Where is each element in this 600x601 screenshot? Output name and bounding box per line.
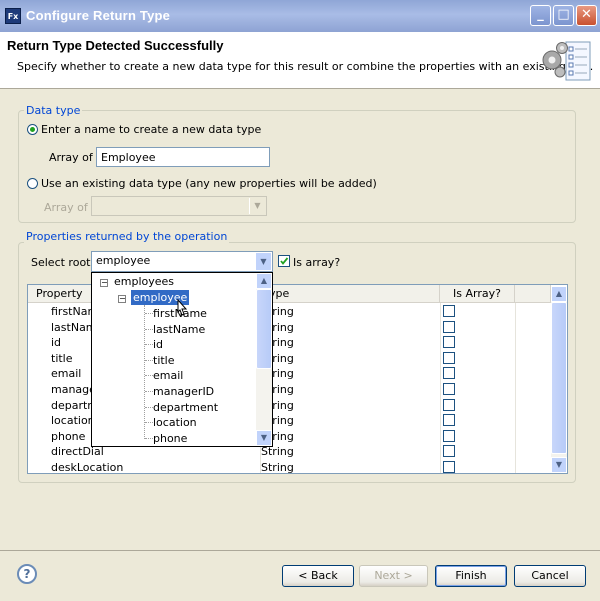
root-tree-dropdown[interactable]: − employees − employee firstName lastName id ti… — [91, 272, 273, 447]
close-button[interactable]: ✕ — [576, 5, 597, 26]
is-array-cell-checkbox[interactable] — [443, 305, 455, 317]
bottom-separator — [0, 550, 600, 551]
maximize-button[interactable]: □ — [553, 5, 574, 26]
tree-connector — [144, 305, 145, 440]
dropdown-scrollbar[interactable]: ▲ ▼ — [256, 273, 272, 446]
app-icon: Fx — [5, 8, 21, 24]
existing-array-of-label: Array of — [44, 201, 88, 214]
mouse-cursor-icon — [177, 298, 188, 316]
window-title: Configure Return Type — [26, 8, 171, 23]
array-of-label: Array of — [49, 151, 93, 164]
type-cell: String — [261, 383, 294, 396]
type-cell: String — [261, 367, 294, 381]
is-array-cell-checkbox[interactable] — [443, 461, 455, 473]
collapse-icon[interactable]: − — [118, 295, 126, 303]
minimize-button[interactable]: _ — [530, 5, 551, 26]
is-array-cell-checkbox[interactable] — [443, 414, 455, 427]
select-root-label: Select root: — [31, 256, 95, 269]
type-cell: String — [261, 398, 294, 412]
cancel-button[interactable]: Cancel — [514, 565, 586, 587]
tree-node-child[interactable]: managerID — [153, 384, 214, 399]
type-cell: String — [261, 320, 294, 334]
tree-connector — [145, 328, 153, 330]
existing-type-combo: ▼ — [91, 196, 267, 216]
tree-node-root[interactable]: employees — [114, 274, 174, 289]
tree-node-child[interactable]: location — [153, 415, 197, 430]
scroll-thumb[interactable] — [551, 302, 567, 454]
tree-connector — [145, 344, 153, 346]
select-root-combo[interactable]: employee ▼ — [91, 251, 273, 272]
tree-connector — [145, 422, 153, 424]
header-description: Specify whether to create a new data typ… — [17, 60, 594, 73]
array-of-input[interactable] — [96, 147, 270, 167]
is-array-cell-checkbox[interactable] — [443, 445, 455, 458]
type-cell: String — [261, 414, 294, 428]
is-array-label[interactable]: Is array? — [293, 256, 340, 269]
is-array-cell-checkbox[interactable] — [443, 320, 455, 333]
tree-connector — [145, 391, 153, 392]
properties-legend: Properties returned by the operation — [24, 230, 230, 243]
existing-type-radio-label[interactable]: Use an existing data type (any new prope… — [41, 177, 377, 190]
title-bar[interactable]: Fx Configure Return Type _ □ ✕ — [0, 0, 600, 32]
scroll-up-icon[interactable]: ▲ — [551, 286, 567, 302]
tree-node-child[interactable]: title — [153, 353, 175, 368]
column-header-is-array[interactable]: Is Array? — [440, 285, 515, 303]
scroll-down-icon[interactable]: ▼ — [256, 430, 272, 446]
table-row[interactable]: deskLocation String — [28, 460, 551, 474]
data-type-legend: Data type — [24, 104, 83, 117]
tree-connector — [145, 313, 153, 314]
table-scrollbar[interactable]: ▲ ▼ — [551, 286, 567, 473]
tree-node-child[interactable]: phone — [153, 431, 187, 446]
chevron-down-icon[interactable]: ▼ — [255, 253, 271, 270]
tree-connector — [145, 375, 153, 377]
tree-connector — [145, 359, 153, 361]
type-cell: String — [261, 351, 294, 365]
is-array-cell-checkbox[interactable] — [443, 429, 455, 442]
scroll-down-icon[interactable]: ▼ — [551, 457, 567, 473]
collapse-icon[interactable]: − — [100, 279, 108, 287]
finish-button[interactable]: Finish — [435, 565, 507, 587]
scroll-up-icon[interactable]: ▲ — [256, 273, 272, 289]
type-cell: String — [261, 445, 294, 459]
header-title: Return Type Detected Successfully — [7, 38, 224, 53]
chevron-down-icon: ▼ — [249, 198, 265, 214]
gears-checklist-icon — [542, 41, 591, 81]
help-icon[interactable]: ? — [17, 564, 37, 584]
is-array-cell-checkbox[interactable] — [443, 383, 455, 395]
is-array-cell-checkbox[interactable] — [443, 398, 455, 411]
type-cell: String — [261, 429, 294, 443]
scroll-thumb[interactable] — [256, 289, 272, 369]
column-header-type[interactable]: Type — [260, 285, 440, 303]
is-array-checkbox[interactable] — [278, 255, 290, 267]
tree-connector — [145, 437, 153, 439]
type-cell: String — [261, 461, 294, 474]
back-button[interactable]: < Back — [282, 565, 354, 587]
tree-node-child[interactable]: id — [153, 337, 163, 352]
type-cell: String — [261, 336, 294, 350]
tree-connector — [145, 406, 153, 408]
existing-type-radio[interactable] — [27, 178, 38, 189]
tree-node-child[interactable]: lastName — [153, 322, 205, 337]
checkmark-icon — [280, 257, 289, 265]
is-array-cell-checkbox[interactable] — [443, 351, 455, 364]
tree-node-child[interactable]: department — [153, 400, 218, 415]
new-type-radio[interactable] — [27, 124, 38, 135]
next-button[interactable]: Next > — [359, 565, 428, 587]
is-array-cell-checkbox[interactable] — [443, 367, 455, 380]
is-array-cell-checkbox[interactable] — [443, 336, 455, 349]
type-cell: String — [261, 305, 294, 318]
select-root-value: employee — [96, 254, 151, 267]
column-header-filler — [515, 285, 551, 303]
wizard-header: Return Type Detected Successfully Specif… — [0, 32, 600, 89]
property-cell: deskLocation — [51, 461, 124, 474]
new-type-radio-label[interactable]: Enter a name to create a new data type — [41, 123, 261, 136]
tree-node-child[interactable]: email — [153, 368, 183, 383]
